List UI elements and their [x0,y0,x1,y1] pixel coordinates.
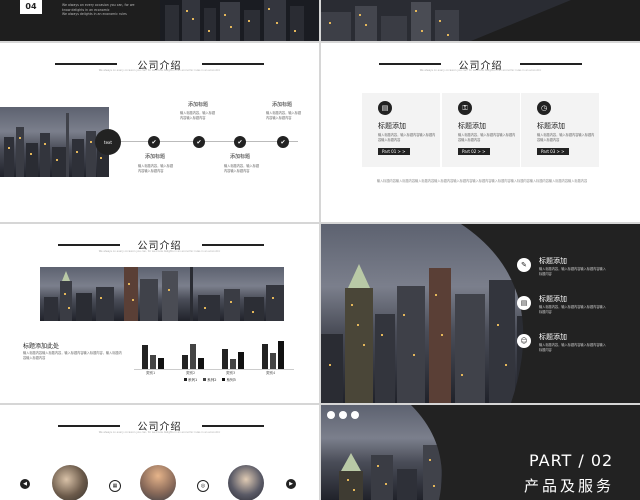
card-text: 输入标题内容，输入标题内容输入标题内容输入标题内容 [537,133,595,142]
title-rule-right [520,63,582,65]
item-title: 标题添加 [539,257,567,265]
title-rule-right [202,63,264,65]
chart-bar [150,355,156,369]
x-tick-label: 类别3 [226,371,236,375]
item-text: 输入标题内容，输入标题内容输入标题内容输入标题内容 [539,343,606,352]
slide-thumbnail-6[interactable]: ✎ 标题添加 输入标题内容，输入标题内容输入标题内容输入标题内容 ▤ 标题添加 … [321,224,640,403]
city-photo [321,0,640,41]
item-title: 标题添加 [539,295,567,303]
card-title: 标题添加 [458,122,486,130]
card-title: 标题添加 [537,122,565,130]
slide-thumbnail-2[interactable] [321,0,640,41]
city-photo [160,0,319,41]
feature-card-3: ◷ 标题添加 输入标题内容，输入标题内容输入标题内容输入标题内容 Part 03… [521,93,599,167]
photo-circle-city [140,465,176,500]
x-tick-label: 类别4 [266,371,276,375]
slide-footer-text: 输入标题内容输入标题内容输入标题内容输入标题内容输入标题内容输入标题内容输入标题… [376,179,588,183]
arrow-right-icon[interactable]: ▶ [286,479,296,489]
x-tick-label: 类别1 [146,371,156,375]
clock-icon: ◷ [537,101,551,115]
slide-thumbnail-8[interactable]: PART / 02 产品及服务 [321,405,640,500]
city-photo [40,267,284,321]
part-button[interactable]: Part 01 > > [378,148,410,155]
chart-bar [230,358,236,369]
slide-thumbnail-1[interactable]: 04 We always on every occasion you can, … [0,0,319,41]
target-icon: ◎ [197,480,209,492]
chart-bar [198,357,204,369]
feature-card-1: ▤ 标题添加 输入标题内容，输入标题内容输入标题内容输入标题内容 Part 01… [362,93,440,167]
chart-bar [238,352,244,369]
feature-card-2: ⚿ 标题添加 输入标题内容，输入标题内容输入标题内容输入标题内容 Part 02… [442,93,520,167]
item-title: 标题添加 [539,333,567,341]
card-title: 标题添加 [378,122,406,130]
slide-subtitle: We always on every occasion you can, for… [98,250,221,253]
slide-thumbnail-4[interactable]: 公司介绍 We always on every occasion you can… [321,43,640,222]
chart-bar [182,354,188,369]
chart-bar [270,353,276,369]
dot-icon [351,411,359,419]
chart-bar [142,344,148,369]
timeline-center-circle: text [95,129,121,155]
key-icon: ⚿ [458,101,472,115]
chart-bar [222,349,228,369]
bar-chart [134,335,294,370]
section-heading: 产品及服务 [524,477,615,495]
slide-subtitle: We always on every occasion you can, for… [98,431,221,434]
timeline-label: 添加标题 [272,102,293,108]
dot-icon [327,411,335,419]
person-icon: ☺ [517,334,531,348]
timeline-dot-2: ✔ [193,136,205,148]
chart-bar [278,340,284,369]
pen-icon: ✎ [517,258,531,272]
chart-legend: 系列1 系列2 系列3 [184,378,236,383]
city-photo [0,107,109,177]
message-icon: ▤ [378,101,392,115]
part-label: PART / 02 [529,451,614,470]
item-text: 输入标题内容，输入标题内容输入标题内容输入标题内容 [539,305,606,314]
chat-icon: ▤ [517,296,531,310]
calendar-icon: ▦ [109,480,121,492]
timeline-dot-4: ✔ [277,136,289,148]
slide-subtitle: We always on every occasion you can, for… [419,69,542,72]
legend-item: 系列1 [184,378,197,383]
slide-dots [327,411,359,419]
title-rule-right [202,244,264,246]
photo-circle-people [228,465,264,500]
slide-desc-2: We always delights in an economic rules [62,12,127,16]
arrow-left-icon[interactable]: ◀ [20,479,30,489]
timeline-text: 输入标题内容，输入标题内容输入标题内容 [180,111,216,120]
chart-bar [158,357,164,369]
timeline-label: 添加标题 [188,102,209,108]
title-rule-right [202,425,264,427]
slide-number-box: 04 [20,0,42,14]
timeline-text: 输入标题内容，输入标题内容输入标题内容 [266,111,302,120]
timeline-label: 添加标题 [145,154,166,160]
card-text: 输入标题内容，输入标题内容输入标题内容输入标题内容 [378,133,436,142]
photo-circle-team [52,465,88,500]
slide-subtitle: We always on every occasion you can, for… [98,69,221,72]
timeline-text: 输入标题内容，输入标题内容输入标题内容 [138,164,174,173]
part-button[interactable]: Part 03 > > [537,148,569,155]
chart-bar [190,344,196,369]
slide-thumbnail-3[interactable]: 公司介绍 We always on every occasion you can… [0,43,319,222]
legend-item: 系列2 [203,378,216,383]
slide-thumbnail-7[interactable]: 公司介绍 We always on every occasion you can… [0,405,319,500]
part-button[interactable]: Part 02 > > [458,148,490,155]
dot-icon [339,411,347,419]
timeline-text: 输入标题内容，输入标题内容输入标题内容 [224,164,260,173]
card-text: 输入标题内容，输入标题内容输入标题内容输入标题内容 [458,133,516,142]
slide-thumbnail-5[interactable]: 公司介绍 We always on every occasion you can… [0,224,319,403]
chart-bar [262,343,268,369]
legend-item: 系列3 [222,378,236,383]
item-text: 输入标题内容，输入标题内容输入标题内容输入标题内容 [539,267,606,276]
x-tick-label: 类别2 [186,371,196,375]
timeline-dot-3: ✔ [234,136,246,148]
chart-left-text: 输入标题内容输入标题内容，输入标题内容输入标题内容，输入标题内容输入标题内容 [23,351,122,360]
timeline-dot-1: ✔ [148,136,160,148]
chart-left-title: 标题添加此处 [23,343,60,350]
timeline-label: 添加标题 [230,154,251,160]
